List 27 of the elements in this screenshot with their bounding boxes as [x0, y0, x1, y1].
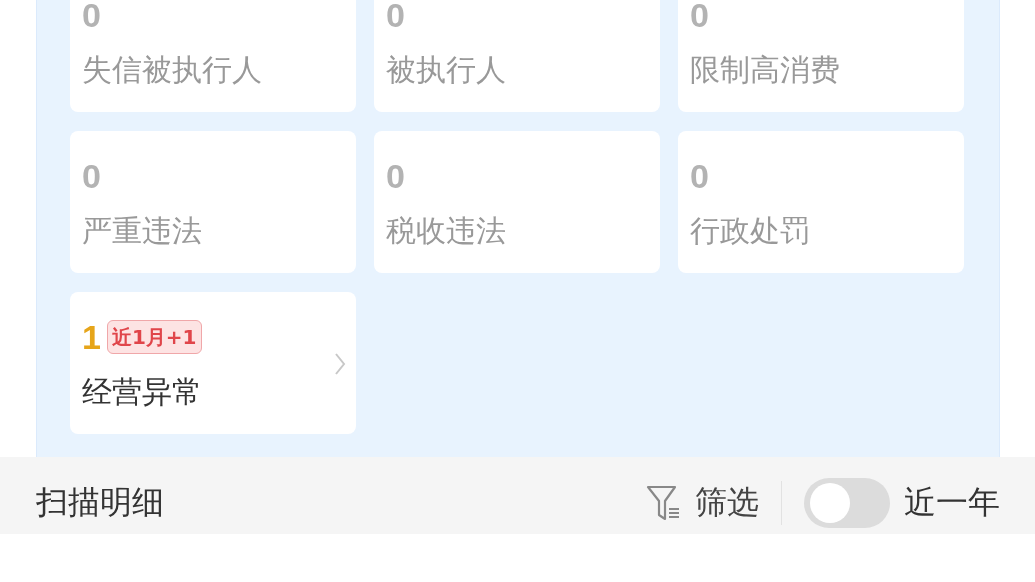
count: 0 — [690, 157, 709, 195]
chevron-right-icon — [334, 352, 346, 376]
risk-label: 税收违法 — [386, 213, 506, 249]
count: 0 — [82, 0, 101, 34]
risk-label: 严重违法 — [82, 213, 202, 249]
risk-card[interactable]: 0 被执行人 — [374, 0, 660, 112]
filter-button[interactable]: 筛选 — [645, 480, 759, 525]
toggle-switch[interactable] — [804, 477, 890, 528]
toggle-label: 近一年 — [904, 481, 1000, 523]
count: 0 — [386, 157, 405, 195]
risk-card[interactable]: 0 税收违法 — [374, 131, 660, 273]
risk-label: 限制高消费 — [690, 52, 840, 88]
risk-label: 被执行人 — [386, 52, 506, 88]
count: 0 — [82, 157, 101, 195]
section-title: 扫描明细 — [36, 481, 164, 523]
risk-card[interactable]: 0 限制高消费 — [678, 0, 964, 112]
risk-card[interactable]: 0 行政处罚 — [678, 131, 964, 273]
count: 1 — [82, 318, 101, 356]
change-badge: 近1月+1 — [106, 320, 202, 354]
risk-label: 失信被执行人 — [82, 52, 262, 88]
risk-card[interactable]: 1 近1月+1 经营异常 — [70, 292, 356, 434]
count: 0 — [690, 0, 709, 34]
risk-label: 行政处罚 — [690, 213, 810, 249]
count: 0 — [386, 0, 405, 34]
risk-card[interactable]: 0 严重违法 — [70, 131, 356, 273]
risk-label: 经营异常 — [82, 374, 202, 410]
risk-card[interactable]: 0 失信被执行人 — [70, 0, 356, 112]
